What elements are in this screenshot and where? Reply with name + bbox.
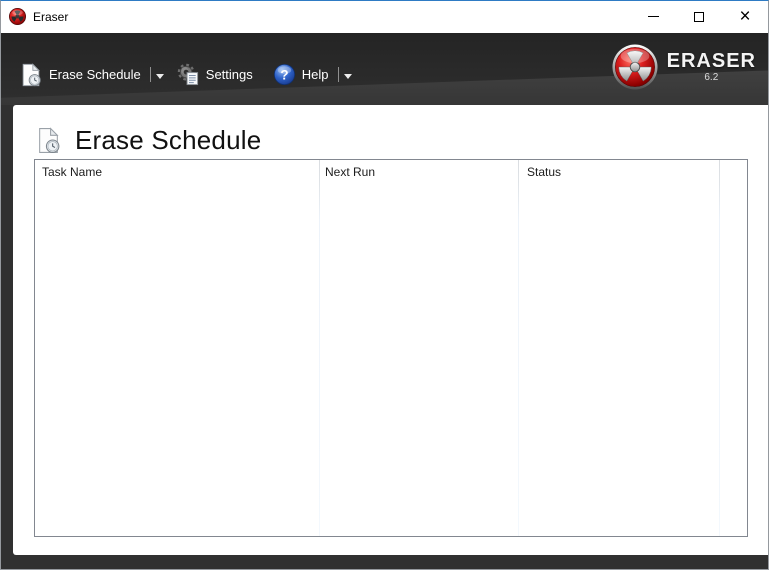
split-separator bbox=[149, 67, 151, 82]
chevron-down-icon[interactable] bbox=[155, 73, 164, 79]
erase-schedule-button[interactable]: Erase Schedule bbox=[19, 62, 164, 87]
gear-document-icon bbox=[177, 63, 200, 86]
settings-button[interactable]: Settings bbox=[177, 63, 253, 86]
svg-text:?: ? bbox=[280, 67, 288, 82]
minimize-button[interactable] bbox=[630, 1, 676, 32]
brand-logo: ERASER 6.2 bbox=[612, 44, 756, 90]
page-heading: Erase Schedule bbox=[35, 125, 261, 156]
eraser-app-icon[interactable] bbox=[9, 8, 26, 25]
window-controls: × bbox=[630, 1, 768, 32]
chevron-down-icon[interactable] bbox=[343, 73, 352, 79]
column-separator bbox=[518, 160, 519, 536]
title-bar[interactable]: Eraser × bbox=[1, 1, 768, 32]
erase-schedule-panel: Erase Schedule Task Name Next Run Status bbox=[13, 105, 768, 555]
column-header-task-name[interactable]: Task Name bbox=[42, 165, 102, 179]
settings-label: Settings bbox=[205, 67, 253, 82]
column-separator bbox=[319, 160, 320, 536]
brand-text: ERASER 6.2 bbox=[667, 51, 756, 83]
page-title: Erase Schedule bbox=[75, 125, 262, 155]
close-icon: × bbox=[739, 6, 751, 27]
erase-schedule-label: Erase Schedule bbox=[49, 67, 141, 82]
window-title: Eraser bbox=[33, 9, 69, 24]
help-label: Help bbox=[301, 67, 329, 82]
column-header-next-run[interactable]: Next Run bbox=[325, 165, 375, 179]
column-header-status[interactable]: Status bbox=[527, 165, 561, 179]
column-separator bbox=[719, 160, 720, 536]
split-separator bbox=[337, 67, 339, 82]
close-button[interactable]: × bbox=[722, 1, 768, 32]
radiation-logo-icon bbox=[612, 44, 658, 90]
help-button[interactable]: ? Help bbox=[273, 63, 352, 86]
toolbar-band: Erase Schedule Settings ? Help ERASER 6.… bbox=[1, 33, 768, 105]
brand-name: ERASER bbox=[666, 50, 756, 72]
maximize-icon bbox=[694, 11, 704, 22]
schedule-document-icon bbox=[35, 127, 62, 154]
minimize-icon bbox=[647, 16, 659, 17]
eraser-window: Eraser × Erase Schedule Settings ? Help … bbox=[0, 0, 769, 570]
brand-version: 6.2 bbox=[704, 72, 719, 83]
toolbar: Erase Schedule Settings ? Help bbox=[19, 33, 352, 105]
content-frame: Erase Schedule Task Name Next Run Status bbox=[1, 105, 768, 569]
help-question-icon: ? bbox=[273, 63, 296, 86]
schedule-document-icon bbox=[19, 62, 43, 87]
task-list[interactable]: Task Name Next Run Status bbox=[34, 159, 748, 537]
maximize-button[interactable] bbox=[676, 1, 722, 32]
